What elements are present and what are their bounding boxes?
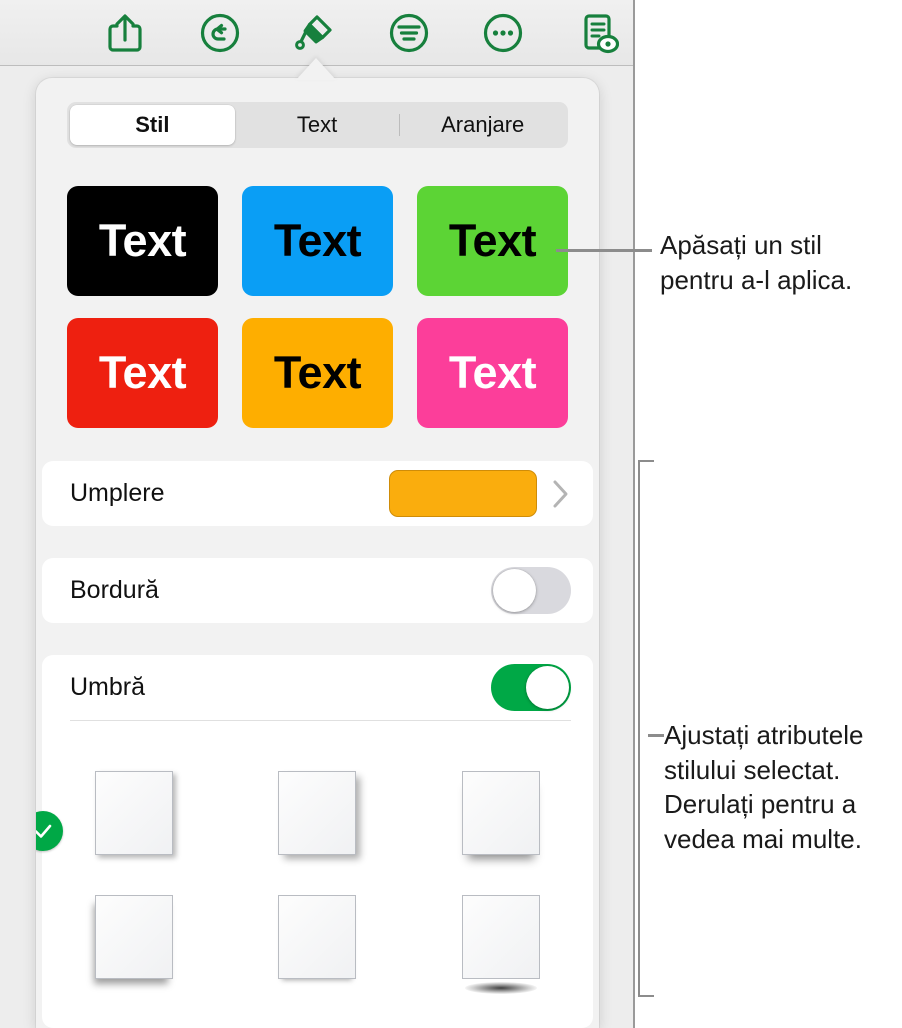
- fill-label: Umplere: [70, 479, 165, 507]
- style-swatch[interactable]: Text: [417, 186, 568, 296]
- share-icon: [105, 12, 145, 54]
- style-swatch[interactable]: Text: [242, 186, 393, 296]
- shadow-option-6[interactable]: [409, 875, 593, 999]
- format-brush-button[interactable]: [279, 4, 349, 62]
- attributes-callout-leader: [648, 734, 664, 737]
- tab-aranjare-label: Aranjare: [441, 112, 525, 137]
- chevron-right-icon[interactable]: [537, 478, 571, 510]
- popover-pointer: [296, 58, 336, 80]
- more-button[interactable]: [468, 4, 538, 62]
- insert-icon: [388, 12, 430, 54]
- shadow-thumb: [462, 771, 541, 855]
- share-button[interactable]: [90, 4, 160, 62]
- shadow-option-3[interactable]: [409, 751, 593, 875]
- border-toggle[interactable]: [491, 567, 571, 614]
- tab-text-label: Text: [296, 112, 338, 137]
- style-swatch-grid: Text Text Text Text Text Text: [67, 186, 568, 428]
- attributes-callout-bracket: [638, 460, 654, 997]
- shadow-card: Umbră: [36, 655, 593, 1028]
- shadow-option-5[interactable]: [226, 875, 410, 999]
- popover-tabs: Stil Text Aranjare: [67, 102, 568, 148]
- toolbar: [0, 0, 633, 66]
- tab-aranjare[interactable]: Aranjare: [400, 105, 565, 145]
- shadow-row: Umbră: [42, 655, 593, 720]
- shadow-toggle-knob: [526, 666, 569, 709]
- fill-card: Umplere: [42, 461, 593, 526]
- selected-check-icon: [36, 811, 63, 851]
- undo-icon: [199, 12, 241, 54]
- shadow-label: Umbră: [70, 673, 146, 701]
- border-row: Bordură: [42, 558, 593, 623]
- shadow-thumb: [94, 895, 173, 979]
- attributes-callout-text: Ajustați atributele stilului selectat. D…: [664, 720, 864, 854]
- format-brush-icon: [292, 11, 336, 55]
- fill-color-swatch[interactable]: [389, 470, 537, 517]
- app-window: Stil Text Aranjare Text Text Text Text T…: [0, 0, 635, 1028]
- style-callout-text: Apăsați un stil pentru a-l aplica.: [660, 230, 853, 295]
- shadow-toggle[interactable]: [491, 664, 571, 711]
- border-label: Bordură: [70, 576, 159, 604]
- shadow-thumb: [94, 771, 173, 855]
- shadow-thumb: [462, 895, 541, 994]
- fill-row[interactable]: Umplere: [42, 461, 593, 526]
- border-toggle-knob: [493, 569, 536, 612]
- document-preview-button[interactable]: [563, 4, 633, 62]
- style-swatch[interactable]: Text: [67, 318, 218, 428]
- shadow-thumb: [278, 771, 357, 855]
- style-swatch[interactable]: Text: [242, 318, 393, 428]
- style-callout-leader: [556, 249, 652, 252]
- shadow-options-grid: [36, 721, 593, 1017]
- document-preview-icon: [577, 11, 619, 55]
- insert-button[interactable]: [374, 4, 444, 62]
- undo-button[interactable]: [185, 4, 255, 62]
- style-swatch[interactable]: Text: [67, 186, 218, 296]
- tab-text[interactable]: Text: [235, 105, 400, 145]
- screenshot-root: Stil Text Aranjare Text Text Text Text T…: [0, 0, 902, 1028]
- border-card: Bordură: [42, 558, 593, 623]
- shadow-option-4[interactable]: [42, 875, 226, 999]
- shadow-option-2[interactable]: [226, 751, 410, 875]
- tab-stil-label: Stil: [135, 112, 170, 137]
- shadow-thumb: [278, 895, 357, 979]
- style-swatch[interactable]: Text: [417, 318, 568, 428]
- tab-stil[interactable]: Stil: [70, 105, 235, 145]
- shadow-option-1[interactable]: [36, 751, 226, 875]
- more-icon: [482, 12, 524, 54]
- format-popover: Stil Text Aranjare Text Text Text Text T…: [36, 78, 599, 1028]
